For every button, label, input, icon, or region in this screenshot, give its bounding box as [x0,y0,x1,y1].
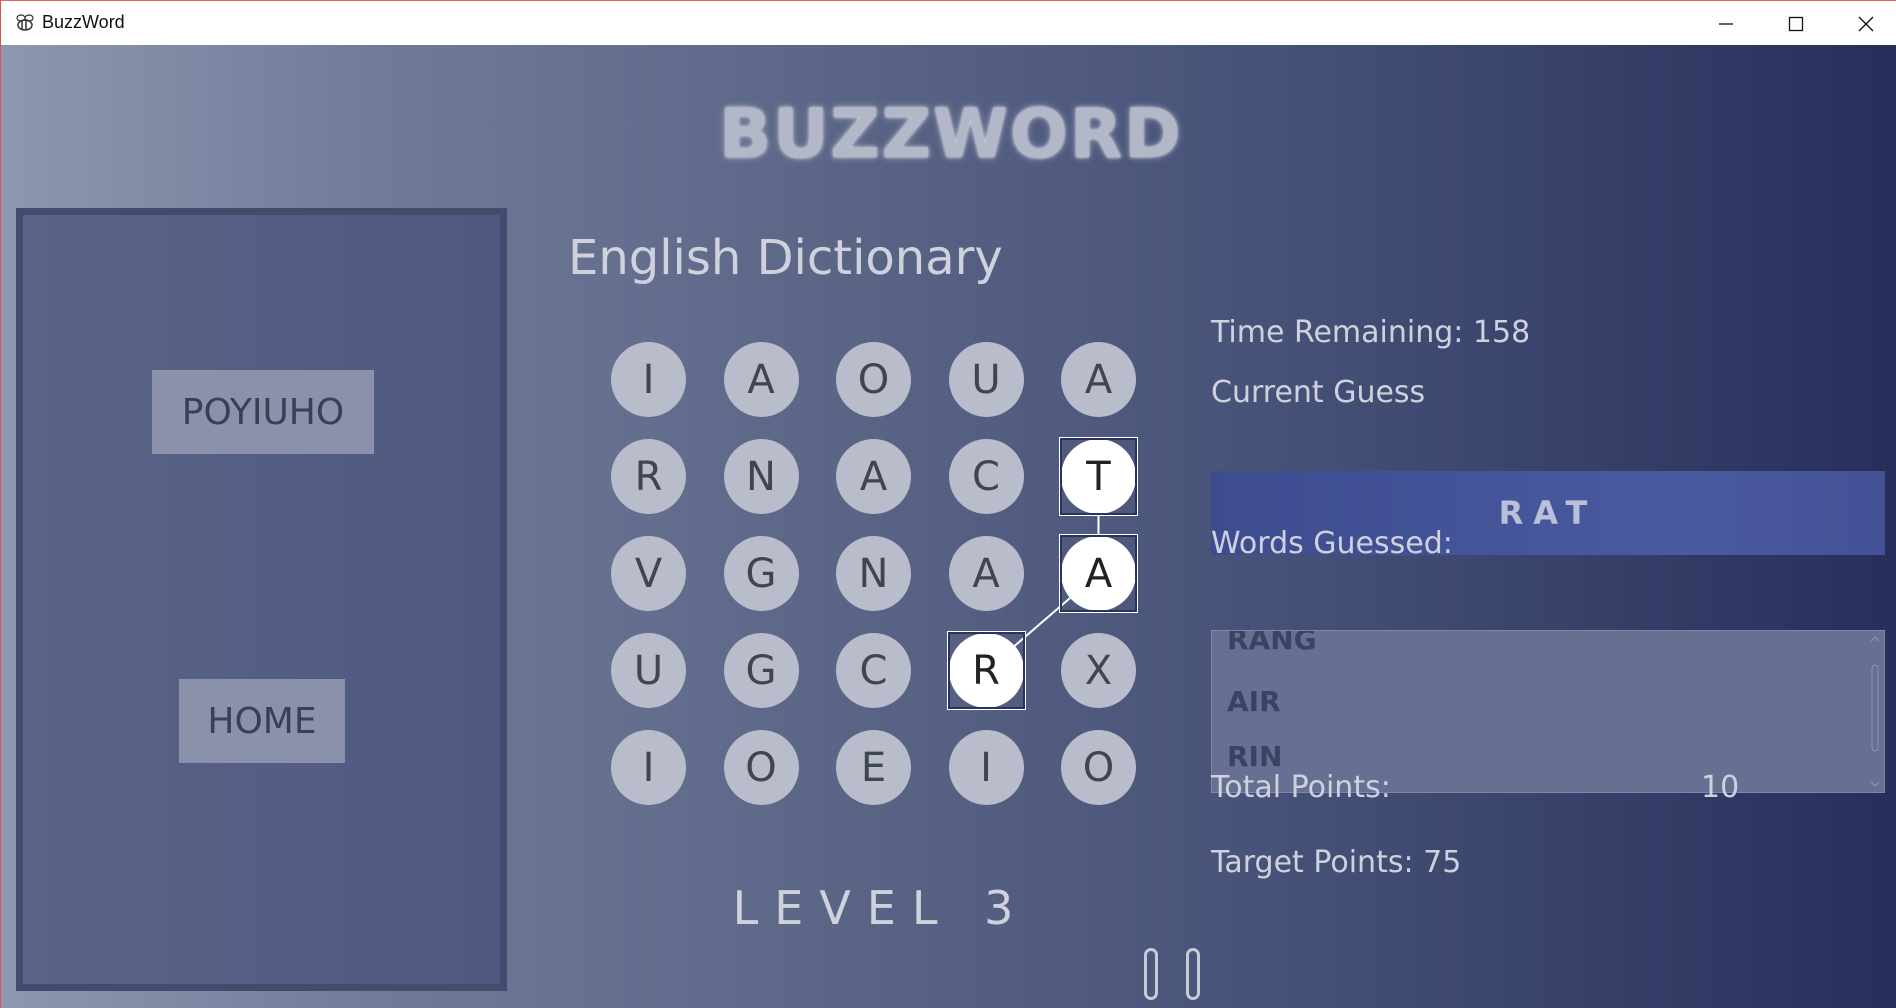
letter-tile[interactable]: A [1061,342,1136,417]
sidebar-panel: POYIUHO HOME [16,208,507,991]
letter-tile[interactable]: O [723,730,799,805]
letter-tile[interactable]: G [723,633,799,708]
letter-tile[interactable]: A [948,536,1024,611]
letter-tile[interactable]: I [611,342,686,417]
words-guessed-label: Words Guessed: [1211,526,1453,561]
game-screen: BUZZWORD POYIUHO HOME English Dictionary… [1,45,1896,1008]
list-item: RIN [1227,740,1283,773]
words-guessed-list[interactable]: RANG AIR RIN [1211,630,1885,793]
total-points-label: Total Points: [1211,770,1391,805]
letter-tile[interactable]: N [836,536,911,611]
letter-tile[interactable]: V [611,536,686,611]
app-window: BuzzWord BUZZWORD POYIUHO HOME English D… [0,0,1896,1008]
time-remaining: Time Remaining: 158 [1211,315,1531,350]
target-points: Target Points: 75 [1211,845,1462,880]
home-button[interactable]: HOME [179,679,345,763]
letter-tile[interactable]: O [836,342,911,417]
title-bar: BuzzWord [1,0,1896,45]
letter-tile[interactable]: U [948,342,1024,417]
close-button[interactable] [1831,1,1896,46]
letter-tile[interactable]: U [611,633,686,708]
words-scrollbar[interactable] [1866,631,1884,792]
minimize-button[interactable] [1691,1,1761,46]
maximize-icon [1788,16,1804,31]
maximize-button[interactable] [1761,1,1831,46]
list-item: RANG [1227,630,1317,656]
letter-tile[interactable]: A [836,439,911,514]
letter-tile[interactable]: N [723,439,799,514]
window-title: BuzzWord [42,12,125,32]
letter-tile[interactable]: A [1059,534,1138,613]
pause-button[interactable] [1144,948,1200,1004]
pause-icon-bar-left [1144,948,1158,1000]
level-label: LEVEL 3 [732,881,1030,935]
close-icon [1858,16,1874,31]
letter-grid[interactable]: IAOUARNACTVGNAAUGCRXIOEIO [611,342,1141,857]
letter-tile[interactable]: E [836,730,911,805]
bee-app-icon [16,14,34,31]
total-points-value: 10 [1701,770,1740,805]
minimize-icon [1719,22,1733,25]
letter-tile[interactable]: C [836,633,911,708]
game-logo: BUZZWORD [719,95,1183,174]
user-profile-button[interactable]: POYIUHO [152,370,374,454]
letter-tile[interactable]: O [1061,730,1136,805]
letter-tile[interactable]: T [1059,437,1138,516]
dictionary-mode-title: English Dictionary [568,230,1003,286]
letter-tile[interactable]: I [948,730,1024,805]
list-item: AIR [1227,685,1281,718]
letter-tile[interactable]: G [723,536,799,611]
letter-tile[interactable]: C [948,439,1024,514]
letter-tile[interactable]: R [946,631,1026,710]
pause-icon-bar-right [1186,948,1200,1000]
letter-tile[interactable]: R [611,439,686,514]
letter-tile[interactable]: A [723,342,799,417]
letter-tile[interactable]: X [1061,633,1136,708]
current-guess-text: RAT [1498,494,1598,532]
letter-tile[interactable]: I [611,730,686,805]
current-guess-label: Current Guess [1211,375,1426,410]
